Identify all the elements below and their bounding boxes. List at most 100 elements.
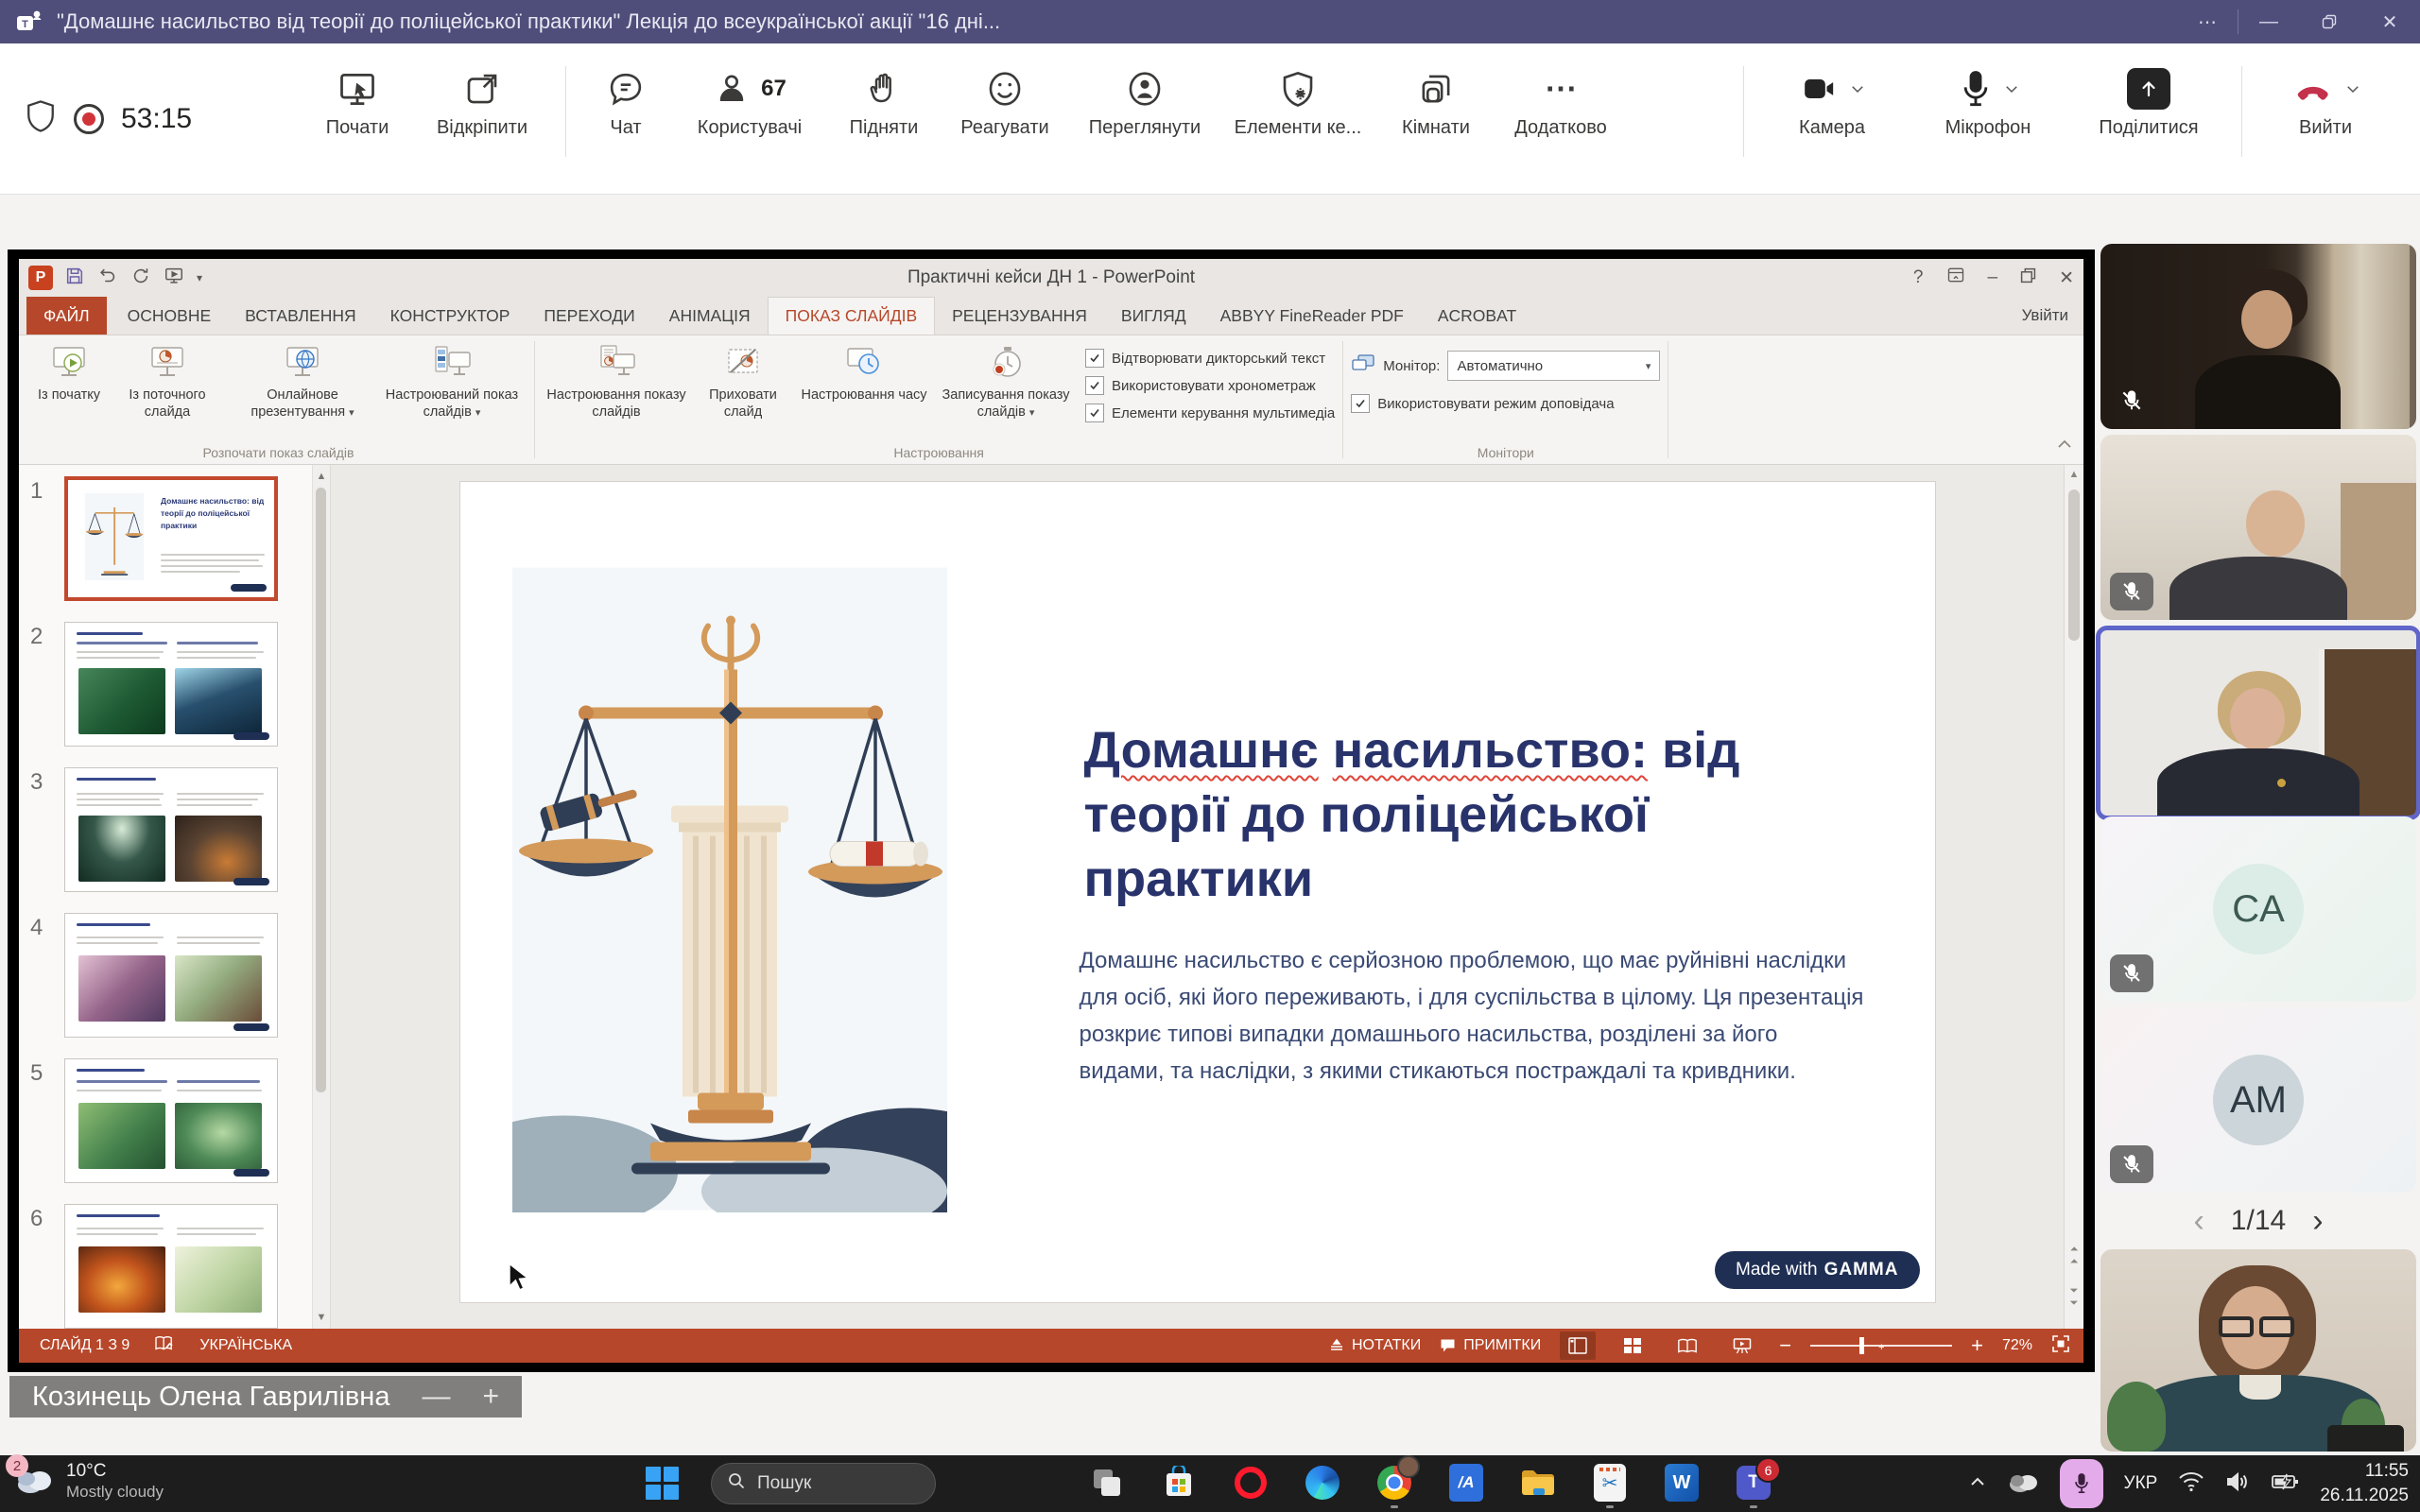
redo-icon[interactable] bbox=[130, 266, 151, 291]
file-explorer-icon[interactable] bbox=[1518, 1463, 1558, 1503]
monitor-select[interactable]: Автоматично ▾ bbox=[1447, 351, 1660, 381]
sign-in-link[interactable]: Увійти bbox=[2022, 297, 2068, 335]
zoom-out-icon[interactable]: − bbox=[1779, 1333, 1791, 1358]
tab-review[interactable]: РЕЦЕНЗУВАННЯ bbox=[935, 297, 1104, 335]
start-slideshow-icon[interactable] bbox=[163, 266, 185, 291]
zoom-out-icon[interactable]: — bbox=[422, 1381, 450, 1413]
teams-taskbar-icon[interactable]: T 6 bbox=[1734, 1463, 1773, 1503]
raise-hand-button[interactable]: Підняти bbox=[831, 66, 937, 139]
comments-button[interactable]: ПРИМІТКИ bbox=[1440, 1337, 1541, 1354]
start-presenting-button[interactable]: Почати bbox=[304, 66, 410, 139]
language-indicator[interactable]: УКРАЇНСЬКА bbox=[199, 1337, 292, 1354]
more-options-icon[interactable]: ⋯ bbox=[2177, 0, 2238, 43]
slide-6-thumbnail[interactable] bbox=[64, 1204, 278, 1329]
onedrive-icon[interactable] bbox=[2007, 1470, 2039, 1498]
task-view-icon[interactable] bbox=[1087, 1463, 1127, 1503]
spellcheck-icon[interactable] bbox=[154, 1335, 175, 1357]
undo-icon[interactable] bbox=[96, 266, 119, 291]
tab-abbyy[interactable]: ABBYY FineReader PDF bbox=[1203, 297, 1421, 335]
minimize-icon[interactable]: — bbox=[2238, 0, 2299, 43]
from-beginning-button[interactable]: Із початку bbox=[34, 341, 104, 404]
gamma-badge[interactable]: Made with GAMMA bbox=[1715, 1251, 1920, 1289]
participant-video-1[interactable] bbox=[2100, 244, 2416, 429]
start-button[interactable] bbox=[646, 1467, 680, 1501]
scroll-up-icon[interactable]: ▲ bbox=[313, 471, 330, 482]
volume-icon[interactable] bbox=[2225, 1471, 2250, 1497]
zoom-slider[interactable]: + bbox=[1810, 1345, 1952, 1347]
customize-quick-access-icon[interactable]: ▾ bbox=[197, 271, 202, 284]
participant-video-4[interactable] bbox=[2100, 1249, 2416, 1452]
slideshow-view-button[interactable] bbox=[1724, 1332, 1760, 1360]
slide-canvas[interactable]: Домашнє насильство: від теорії до поліце… bbox=[460, 482, 1935, 1302]
microphone-in-use-indicator[interactable] bbox=[2060, 1459, 2103, 1508]
scroll-up-icon[interactable]: ▲ bbox=[2065, 469, 2083, 480]
slide-sorter-view-button[interactable] bbox=[1615, 1332, 1651, 1360]
rooms-button[interactable]: Кімнати bbox=[1379, 66, 1493, 139]
edge-icon[interactable] bbox=[1303, 1463, 1342, 1503]
checkbox-play-narrations[interactable]: Відтворювати дикторський текст bbox=[1085, 349, 1335, 368]
zoom-slider-thumb[interactable] bbox=[1859, 1337, 1864, 1354]
microsoft-store-icon[interactable] bbox=[1159, 1463, 1199, 1503]
battery-icon[interactable] bbox=[2271, 1472, 2299, 1496]
setup-slideshow-button[interactable]: Настроювання показу слайдів bbox=[546, 341, 686, 421]
unpin-button[interactable]: Відкріпити bbox=[416, 66, 548, 139]
tab-file[interactable]: ФАЙЛ bbox=[26, 297, 107, 335]
checkbox-media-controls[interactable]: Елементи керування мультимедіа bbox=[1085, 404, 1335, 422]
snipping-tool-icon[interactable]: ✂ bbox=[1590, 1463, 1630, 1503]
present-online-button[interactable]: Онлайнове презентування ▾ bbox=[232, 341, 373, 421]
tab-animations[interactable]: АНІМАЦІЯ bbox=[652, 297, 768, 335]
slide-5-thumbnail[interactable] bbox=[64, 1058, 278, 1183]
reading-view-button[interactable] bbox=[1669, 1332, 1705, 1360]
record-slideshow-button[interactable]: Записування показу слайдів ▾ bbox=[936, 341, 1076, 421]
view-button[interactable]: Переглянути bbox=[1073, 66, 1217, 139]
participant-video-3-active-speaker[interactable] bbox=[2096, 626, 2420, 820]
normal-view-button[interactable] bbox=[1560, 1332, 1596, 1360]
taskbar-search[interactable]: Пошук bbox=[711, 1463, 936, 1504]
next-page-icon[interactable]: › bbox=[2312, 1203, 2323, 1240]
chevron-down-icon[interactable] bbox=[2344, 80, 2361, 97]
tab-insert[interactable]: ВСТАВЛЕННЯ bbox=[228, 297, 372, 335]
checkbox-use-timings[interactable]: Використовувати хронометраж bbox=[1085, 376, 1335, 395]
camera-button[interactable]: Камера bbox=[1761, 66, 1903, 139]
chat-button[interactable]: Чат bbox=[583, 66, 668, 139]
scrollbar-thumb[interactable] bbox=[2068, 490, 2080, 641]
ppt-close-icon[interactable]: ✕ bbox=[2059, 267, 2074, 289]
slide-scrollbar[interactable]: ▲ ⏶⏶ ⏷⏷ bbox=[2064, 465, 2083, 1329]
wifi-icon[interactable] bbox=[2178, 1471, 2204, 1497]
chrome-icon[interactable] bbox=[1374, 1463, 1414, 1503]
participants-button[interactable]: 67 Користувачі bbox=[674, 66, 825, 139]
share-button[interactable]: Поділитися bbox=[2073, 66, 2224, 139]
ppt-minimize-icon[interactable]: – bbox=[1988, 267, 1998, 288]
slide-3-thumbnail[interactable] bbox=[64, 767, 278, 892]
rehearse-timings-button[interactable]: Настроювання часу bbox=[800, 341, 928, 404]
opera-icon[interactable] bbox=[1231, 1463, 1270, 1503]
tab-view[interactable]: ВИГЛЯД bbox=[1104, 297, 1203, 335]
custom-slideshow-button[interactable]: Настроюваний показ слайдів ▾ bbox=[381, 341, 523, 421]
fit-to-window-icon[interactable] bbox=[2051, 1334, 2070, 1358]
more-actions-button[interactable]: ⋯ Додатково bbox=[1498, 66, 1623, 139]
zoom-in-icon[interactable]: + bbox=[1971, 1333, 1983, 1358]
slide-2-thumbnail[interactable] bbox=[64, 622, 278, 747]
hidden-icons-chevron[interactable] bbox=[1969, 1475, 1986, 1493]
participant-tile-am[interactable]: AM bbox=[2100, 1007, 2416, 1193]
scroll-down-icon[interactable]: ▼ bbox=[313, 1312, 330, 1323]
chevron-down-icon[interactable] bbox=[2003, 80, 2020, 97]
chevron-down-icon[interactable] bbox=[1849, 80, 1866, 97]
notes-button[interactable]: НОТАТКИ bbox=[1329, 1337, 1421, 1354]
close-icon[interactable]: ✕ bbox=[2360, 0, 2420, 43]
slide-4-thumbnail[interactable] bbox=[64, 913, 278, 1038]
participant-tile-ca[interactable]: CA bbox=[2100, 816, 2416, 1002]
zoom-level[interactable]: 72% bbox=[2002, 1337, 2032, 1354]
ia-app-icon[interactable]: /A bbox=[1446, 1463, 1486, 1503]
react-button[interactable]: Реагувати bbox=[942, 66, 1067, 139]
help-icon[interactable]: ? bbox=[1913, 267, 1924, 288]
hide-slide-button[interactable]: Приховати слайд bbox=[694, 341, 792, 421]
save-icon[interactable] bbox=[64, 266, 85, 291]
microphone-button[interactable]: Мікрофон bbox=[1909, 66, 2067, 139]
next-slide-icon[interactable]: ⏷⏷ bbox=[2065, 1285, 2083, 1310]
previous-page-icon[interactable]: ‹ bbox=[2193, 1203, 2204, 1240]
thumbnail-scrollbar[interactable]: ▲ ▼ bbox=[312, 465, 330, 1329]
checkbox-presenter-view[interactable]: Використовувати режим доповідача bbox=[1351, 394, 1660, 413]
collapse-ribbon-icon[interactable] bbox=[2057, 438, 2072, 455]
language-switcher[interactable]: УКР bbox=[2124, 1473, 2158, 1494]
